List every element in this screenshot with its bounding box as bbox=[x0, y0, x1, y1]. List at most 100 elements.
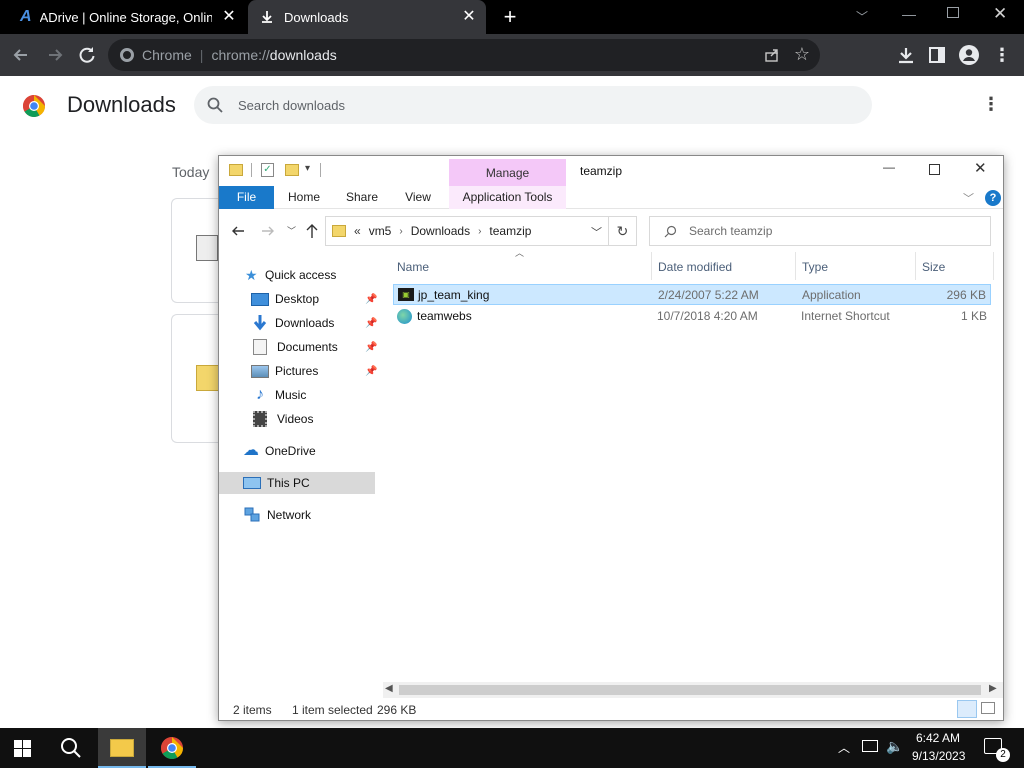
pin-icon[interactable]: 📌 bbox=[365, 318, 377, 329]
search-folder-input[interactable]: Search teamzip bbox=[649, 216, 991, 246]
nav-onedrive[interactable]: ☁ OneDrive bbox=[243, 440, 316, 462]
file-name: teamwebs bbox=[417, 309, 472, 323]
file-size: 296 KB bbox=[946, 288, 986, 302]
bookmark-star-icon[interactable]: ☆ bbox=[794, 44, 810, 65]
desktop-icon bbox=[251, 292, 269, 306]
scrollbar-thumb[interactable] bbox=[399, 685, 981, 695]
nav-quick-access[interactable]: ★ Quick access bbox=[245, 264, 336, 286]
breadcrumb-downloads[interactable]: Downloads bbox=[411, 224, 470, 238]
tab-close-icon[interactable]: ✕ bbox=[220, 8, 238, 26]
ribbon-tab-view[interactable]: View bbox=[395, 186, 441, 209]
close-window-icon[interactable]: ✕ bbox=[993, 4, 1007, 24]
up-folder-icon[interactable] bbox=[305, 223, 319, 239]
minimize-window-icon[interactable]: — bbox=[902, 6, 916, 22]
start-button[interactable] bbox=[14, 740, 32, 758]
large-icons-view-icon[interactable] bbox=[981, 702, 995, 714]
taskbar-file-explorer[interactable] bbox=[98, 728, 146, 768]
tab-adrive[interactable]: A ADrive | Online Storage, Online B ✕ bbox=[8, 0, 246, 34]
nav-this-pc[interactable]: This PC bbox=[219, 472, 375, 494]
help-icon[interactable]: ? bbox=[985, 190, 1001, 206]
new-folder-icon[interactable] bbox=[285, 164, 299, 176]
nav-item-documents[interactable]: Documents 📌 bbox=[251, 336, 379, 358]
address-bar[interactable]: « vm5 › Downloads › teamzip ﹀ bbox=[325, 216, 609, 246]
share-icon[interactable] bbox=[764, 47, 780, 63]
profile-avatar-icon[interactable] bbox=[958, 44, 980, 66]
ribbon-tab-file[interactable]: File bbox=[219, 186, 274, 209]
expand-ribbon-chevron-icon[interactable]: ﹀ bbox=[963, 190, 974, 206]
omnibox[interactable]: Chrome | chrome:// downloads ☆ bbox=[108, 39, 820, 71]
nav-label: Documents bbox=[277, 340, 338, 354]
chrome-menu-icon[interactable]: ⋮ bbox=[991, 44, 1013, 66]
ribbon-tab-home[interactable]: Home bbox=[279, 186, 329, 209]
customize-toolbar-chevron-icon[interactable]: ▾ bbox=[305, 163, 310, 174]
column-header-name[interactable]: Name bbox=[397, 256, 429, 278]
details-view-icon[interactable] bbox=[957, 700, 977, 718]
show-hidden-icons-chevron-icon[interactable]: ︿ bbox=[838, 739, 850, 756]
nav-item-music[interactable]: ♪ Music bbox=[251, 384, 306, 406]
clock-time[interactable]: 6:42 AM bbox=[916, 731, 960, 745]
file-date: 10/7/2018 4:20 AM bbox=[657, 309, 758, 323]
nav-label: Videos bbox=[277, 412, 314, 426]
pin-icon[interactable]: 📌 bbox=[365, 366, 377, 377]
properties-icon[interactable]: ✓ bbox=[261, 163, 274, 177]
breadcrumb-vm5[interactable]: vm5 bbox=[369, 224, 392, 238]
restore-window-icon[interactable] bbox=[947, 7, 959, 18]
ribbon-tab-share[interactable]: Share bbox=[337, 186, 387, 209]
refresh-icon[interactable]: ↻ bbox=[609, 216, 637, 246]
back-icon[interactable] bbox=[10, 44, 32, 66]
minimize-window-icon[interactable]: — bbox=[883, 160, 895, 174]
taskbar-chrome[interactable] bbox=[148, 728, 196, 768]
file-row[interactable]: teamwebs 10/7/2018 4:20 AM Internet Shor… bbox=[393, 306, 991, 327]
address-dropdown-chevron-icon[interactable]: ﹀ bbox=[591, 224, 602, 240]
file-list: ︿ Name Date modified Type Size ▣ jp_team… bbox=[385, 248, 1003, 680]
downloads-toolbar-icon[interactable] bbox=[895, 44, 917, 66]
tab-close-icon[interactable]: ✕ bbox=[460, 8, 478, 26]
back-icon[interactable] bbox=[231, 224, 245, 238]
breadcrumb-overflow[interactable]: « bbox=[354, 224, 361, 238]
column-divider[interactable] bbox=[795, 252, 796, 280]
nav-item-downloads[interactable]: Downloads 📌 bbox=[251, 312, 379, 334]
volume-muted-icon[interactable]: 🔈 bbox=[886, 738, 903, 755]
maximize-window-icon[interactable] bbox=[929, 164, 940, 175]
file-explorer-window: ✓ ▾ Manage teamzip — ✕ File Home Share V… bbox=[218, 155, 1004, 721]
computer-icon bbox=[243, 477, 261, 489]
page-more-menu-icon[interactable]: ⋮ bbox=[982, 94, 1000, 115]
search-downloads-input[interactable]: Search downloads bbox=[194, 86, 872, 124]
column-divider[interactable] bbox=[651, 252, 652, 280]
item-count: 2 items bbox=[233, 703, 272, 717]
documents-icon bbox=[253, 339, 267, 355]
ribbon-tab-application-tools[interactable]: Application Tools bbox=[449, 186, 566, 209]
file-row[interactable]: ▣ jp_team_king 2/24/2007 5:22 AM Applica… bbox=[393, 284, 991, 305]
column-header-size[interactable]: Size bbox=[922, 256, 945, 278]
recent-locations-chevron-icon[interactable]: ﹀ bbox=[287, 224, 296, 237]
network-status-icon[interactable] bbox=[862, 740, 878, 752]
nav-label: OneDrive bbox=[265, 444, 316, 458]
tab-downloads[interactable]: Downloads ✕ bbox=[248, 0, 486, 34]
close-window-icon[interactable]: ✕ bbox=[974, 159, 987, 177]
scroll-right-icon[interactable]: ▶ bbox=[989, 683, 997, 694]
breadcrumb-teamzip[interactable]: teamzip bbox=[489, 224, 531, 238]
scroll-left-icon[interactable]: ◀ bbox=[385, 683, 393, 694]
pin-icon[interactable]: 📌 bbox=[365, 294, 377, 305]
search-icon[interactable] bbox=[60, 737, 82, 759]
column-header-type[interactable]: Type bbox=[802, 256, 828, 278]
nav-item-desktop[interactable]: Desktop 📌 bbox=[251, 288, 379, 310]
reload-icon[interactable] bbox=[76, 44, 98, 66]
forward-icon[interactable] bbox=[261, 224, 275, 238]
nav-item-videos[interactable]: Videos bbox=[251, 408, 313, 430]
column-divider[interactable] bbox=[993, 252, 994, 280]
horizontal-scrollbar[interactable]: ◀ ▶ bbox=[383, 682, 1003, 698]
nav-network[interactable]: Network bbox=[243, 504, 311, 526]
column-header-date[interactable]: Date modified bbox=[658, 256, 732, 278]
tab-search-chevron-icon[interactable]: ﹀ bbox=[856, 8, 868, 25]
nav-item-pictures[interactable]: Pictures 📌 bbox=[251, 360, 379, 382]
pin-icon[interactable]: 📌 bbox=[365, 342, 377, 353]
manage-context-tab[interactable]: Manage bbox=[449, 159, 566, 186]
column-divider[interactable] bbox=[915, 252, 916, 280]
nav-label: Desktop bbox=[275, 292, 320, 306]
forward-icon[interactable] bbox=[44, 44, 66, 66]
new-tab-button[interactable]: + bbox=[498, 4, 522, 30]
nav-label: Quick access bbox=[265, 268, 337, 282]
side-panel-icon[interactable] bbox=[926, 44, 948, 66]
clock-date[interactable]: 9/13/2023 bbox=[912, 749, 965, 763]
